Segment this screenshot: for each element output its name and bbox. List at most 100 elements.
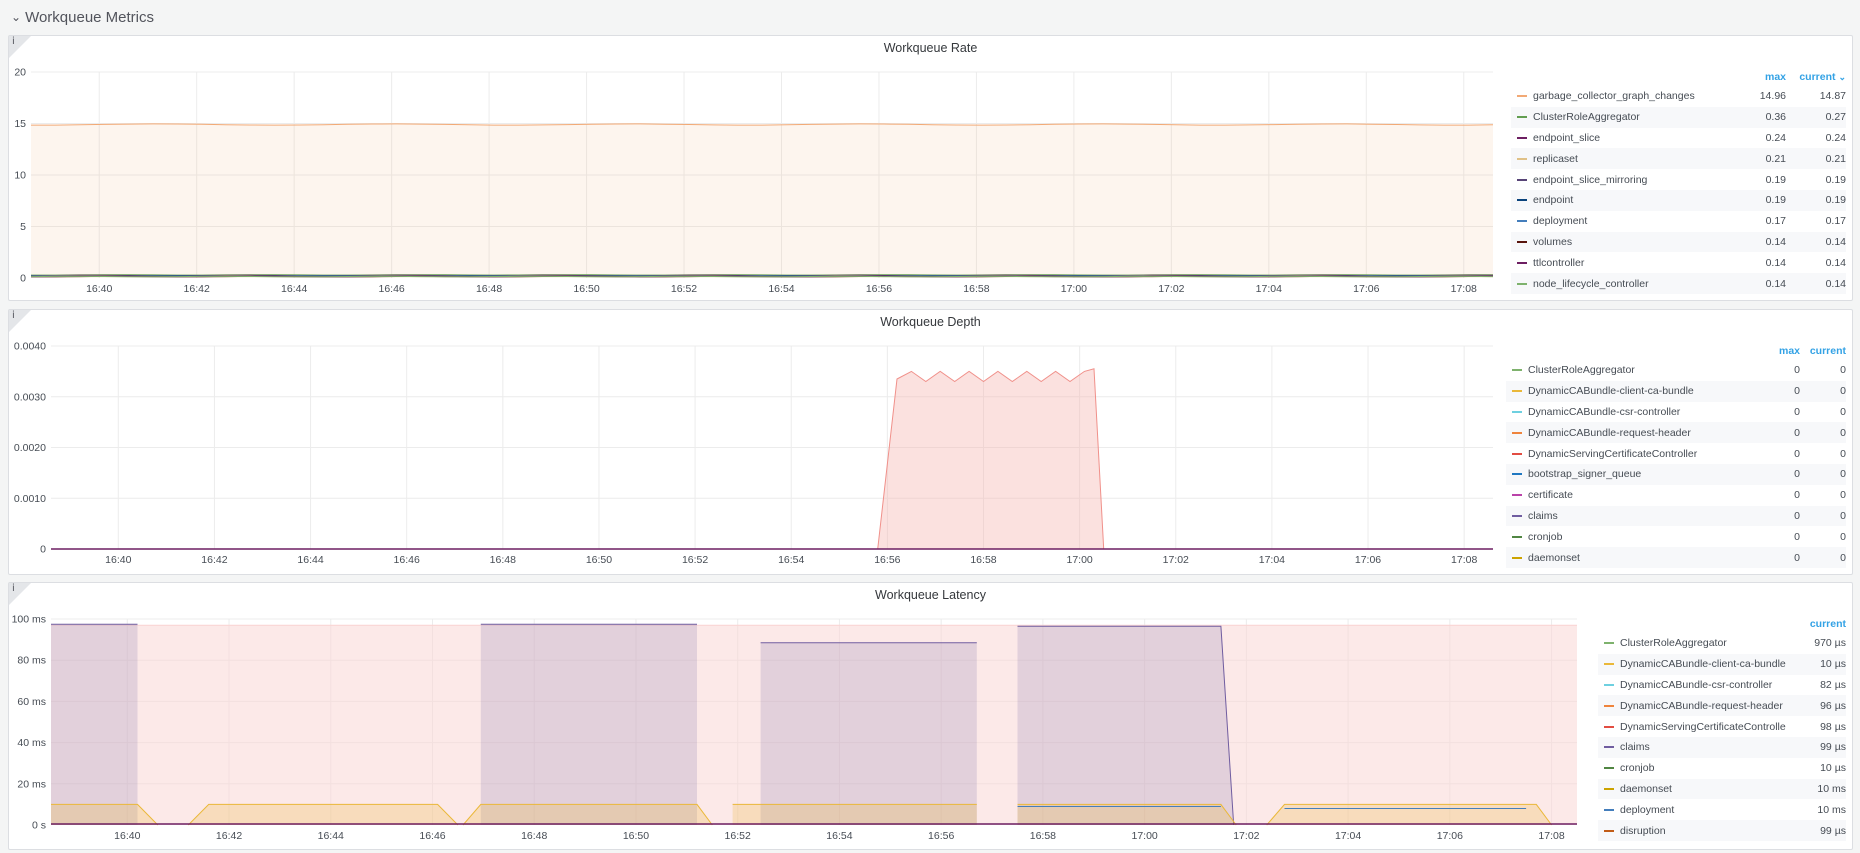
legend-series-name[interactable]: daemonset	[1620, 783, 1786, 795]
legend-item[interactable]: replicaset 0.21 0.21	[1511, 148, 1846, 170]
legend-series-name[interactable]: cronjob	[1528, 531, 1754, 543]
legend-series-name[interactable]: volumes	[1533, 236, 1728, 248]
legend-series-name[interactable]: deployment	[1620, 804, 1786, 816]
legend-swatch[interactable]	[1604, 642, 1614, 645]
legend-item[interactable]: node_lifecycle_controller 0.14 0.14	[1511, 273, 1846, 294]
legend-item[interactable]: garbage_collector_graph_changes 14.96 14.8…	[1511, 86, 1846, 107]
legend-swatch[interactable]	[1512, 514, 1522, 517]
legend-item[interactable]: DynamicCABundle-csr-controller 82 µs	[1598, 675, 1846, 696]
legend-series-name[interactable]: replicaset	[1533, 153, 1728, 165]
legend-swatch[interactable]	[1517, 178, 1527, 181]
legend-series-name[interactable]: ClusterRoleAggregator	[1528, 364, 1754, 376]
legend-series-name[interactable]: ClusterRoleAggregator	[1533, 111, 1728, 123]
legend-series-name[interactable]: ttlcontroller	[1533, 257, 1728, 269]
legend-swatch[interactable]	[1604, 829, 1614, 832]
legend-swatch[interactable]	[1512, 494, 1522, 497]
depth-chart[interactable]: 0 0.0010 0.0020 0.0030 0.0040 16:40 16:42 16:44…	[9, 310, 1509, 576]
legend-item[interactable]: deployment 10 ms	[1598, 799, 1846, 820]
legend-series-name[interactable]: DynamicCABundle-csr-controller	[1528, 406, 1754, 418]
legend-col-max[interactable]: max	[1728, 71, 1786, 83]
legend-swatch[interactable]	[1517, 261, 1527, 264]
legend-swatch[interactable]	[1604, 808, 1614, 811]
legend-item[interactable]: disruption 99 µs	[1598, 820, 1846, 841]
chevron-down-icon[interactable]: ⌄	[11, 10, 21, 24]
legend-swatch[interactable]	[1512, 410, 1522, 413]
legend-series-name[interactable]: claims	[1620, 741, 1786, 753]
legend-series-name[interactable]: DynamicCABundle-client-ca-bundle	[1528, 385, 1754, 397]
legend-item[interactable]: bootstrap_signer_queue 0 0	[1506, 463, 1846, 485]
legend-swatch[interactable]	[1604, 683, 1614, 686]
legend-series-name[interactable]: deployment	[1533, 215, 1728, 227]
legend-item[interactable]: volumes 0.14 0.14	[1511, 231, 1846, 253]
legend-swatch[interactable]	[1512, 390, 1522, 393]
legend-item[interactable]: DynamicCABundle-request-header 96 µs	[1598, 695, 1846, 717]
legend-series-name[interactable]: endpoint	[1533, 194, 1728, 206]
legend-series-name[interactable]: endpoint_slice	[1533, 132, 1728, 144]
legend-item[interactable]: ClusterRoleAggregator 0 0	[1506, 360, 1846, 381]
legend-swatch[interactable]	[1517, 116, 1527, 119]
legend-item[interactable]: endpoint_slice_mirroring 0.19 0.19	[1511, 169, 1846, 190]
legend-swatch[interactable]	[1512, 473, 1522, 476]
legend-item[interactable]: cronjob 0 0	[1506, 526, 1846, 547]
legend-item[interactable]: claims 99 µs	[1598, 736, 1846, 758]
legend-swatch[interactable]	[1604, 663, 1614, 666]
legend-series-name[interactable]: daemonset	[1528, 552, 1754, 564]
legend-swatch[interactable]	[1517, 240, 1527, 243]
legend-item[interactable]: ttlcontroller 0.14 0.14	[1511, 252, 1846, 273]
latency-chart[interactable]: 0 s 20 ms 40 ms 60 ms 80 ms 100 ms 16:40 16:42 1…	[9, 583, 1599, 851]
legend-item[interactable]: deployment 0.17 0.17	[1511, 211, 1846, 232]
legend-swatch[interactable]	[1604, 725, 1614, 728]
legend-series-name[interactable]: DynamicCABundle-request-header	[1620, 700, 1786, 712]
legend-series-name[interactable]: bootstrap_signer_queue	[1528, 468, 1754, 480]
legend-item[interactable]: certificate 0 0	[1506, 485, 1846, 506]
legend-series-name[interactable]: DynamicCABundle-csr-controller	[1620, 679, 1786, 691]
legend-item[interactable]: DynamicServingCertificateController 0 0	[1506, 443, 1846, 464]
legend-swatch[interactable]	[1604, 787, 1614, 790]
legend-item[interactable]: endpoint 0.19 0.19	[1511, 189, 1846, 211]
legend-item[interactable]: DynamicCABundle-client-ca-bundle 0 0	[1506, 380, 1846, 402]
legend-swatch[interactable]	[1512, 535, 1522, 538]
legend-series-name[interactable]: DynamicCABundle-client-ca-bundle	[1620, 658, 1786, 670]
legend-swatch[interactable]	[1517, 199, 1527, 202]
legend-item[interactable]: daemonset 0 0	[1506, 547, 1846, 568]
legend-swatch[interactable]	[1604, 704, 1614, 707]
legend-series-name[interactable]: garbage_collector_graph_changes	[1533, 90, 1728, 102]
legend-swatch[interactable]	[1517, 95, 1527, 98]
legend-series-name[interactable]: endpoint_slice_mirroring	[1533, 174, 1728, 186]
legend-item[interactable]: ClusterRoleAggregator 0.36 0.27	[1511, 106, 1846, 128]
legend-swatch[interactable]	[1512, 431, 1522, 434]
legend-item[interactable]: DynamicCABundle-client-ca-bundle 10 µs	[1598, 653, 1846, 675]
legend-series-name[interactable]: disruption	[1620, 825, 1786, 837]
legend-item[interactable]: DynamicCABundle-request-header 0 0	[1506, 422, 1846, 444]
legend-item[interactable]: ClusterRoleAggregator 970 µs	[1598, 633, 1846, 654]
legend-swatch[interactable]	[1604, 767, 1614, 770]
legend-swatch[interactable]	[1512, 556, 1522, 559]
legend-col-current[interactable]: current	[1800, 345, 1846, 357]
legend-swatch[interactable]	[1512, 369, 1522, 372]
legend-col-max[interactable]: max	[1754, 345, 1800, 357]
legend-col-current[interactable]: current	[1786, 618, 1846, 630]
legend-item[interactable]: DynamicServingCertificateController 98 µs	[1598, 716, 1846, 737]
legend-item[interactable]: DynamicCABundle-csr-controller 0 0	[1506, 402, 1846, 423]
legend-item[interactable]: cronjob 10 µs	[1598, 758, 1846, 779]
legend-series-name[interactable]: DynamicServingCertificateController	[1620, 721, 1786, 733]
legend-col-current[interactable]: current ⌄	[1786, 71, 1846, 83]
legend-series-name[interactable]: claims	[1528, 510, 1754, 522]
rate-chart[interactable]: 0 5 10 15 20 16:40 16:42 16:44 16:46 16:48 16:50 16…	[9, 36, 1509, 302]
row-header[interactable]: ⌄ Workqueue Metrics	[0, 0, 1860, 34]
legend-series-name[interactable]: certificate	[1528, 489, 1754, 501]
legend-item[interactable]: daemonset 10 ms	[1598, 778, 1846, 800]
legend-series-name[interactable]: cronjob	[1620, 762, 1786, 774]
legend-item[interactable]: endpoint_slice 0.24 0.24	[1511, 128, 1846, 149]
legend-series-name[interactable]: ClusterRoleAggregator	[1620, 637, 1786, 649]
legend-swatch[interactable]	[1517, 136, 1527, 139]
legend-swatch[interactable]	[1517, 220, 1527, 223]
legend-series-name[interactable]: DynamicCABundle-request-header	[1528, 427, 1754, 439]
legend-swatch[interactable]	[1517, 157, 1527, 160]
legend-series-name[interactable]: node_lifecycle_controller	[1533, 278, 1728, 290]
legend-item[interactable]: claims 0 0	[1506, 505, 1846, 527]
legend-swatch[interactable]	[1517, 282, 1527, 285]
legend-swatch[interactable]	[1604, 746, 1614, 749]
legend-series-name[interactable]: DynamicServingCertificateController	[1528, 448, 1754, 460]
legend-swatch[interactable]	[1512, 452, 1522, 455]
